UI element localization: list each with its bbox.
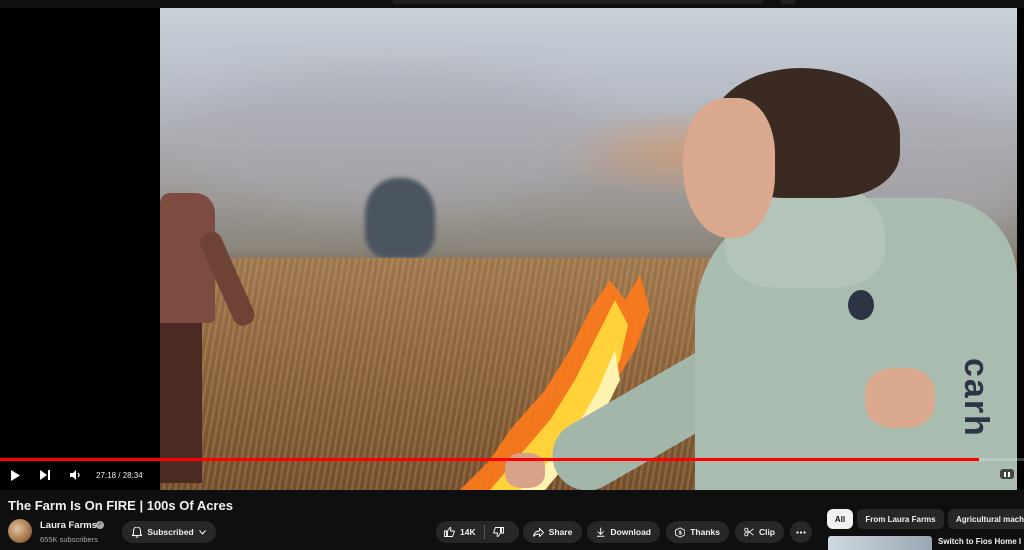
chip-agricultural[interactable]: Agricultural mach (948, 509, 1024, 529)
share-button[interactable]: Share (523, 521, 582, 543)
progress-played (0, 458, 979, 461)
download-button[interactable]: Download (587, 521, 660, 543)
subscribed-button[interactable]: Subscribed (122, 521, 216, 543)
thanks-label: Thanks (690, 527, 720, 537)
woman-in-hoodie: carh (505, 68, 1017, 490)
progress-bar[interactable] (0, 458, 1024, 461)
player-controls: 27:18 / 28:34 (0, 462, 1024, 488)
download-label: Download (610, 527, 651, 537)
masthead-strip (0, 0, 1024, 8)
autoplay-toggle[interactable] (1000, 469, 1014, 479)
like-button[interactable]: 14K (436, 521, 484, 543)
thumbs-up-icon (444, 527, 455, 537)
share-label: Share (548, 527, 573, 537)
mic-button-edge[interactable] (780, 0, 796, 4)
recommendation-title[interactable]: Switch to Fios Home I (938, 537, 1024, 546)
bell-icon (132, 526, 143, 538)
volume-button[interactable] (60, 462, 90, 488)
verified-icon: ✓ (96, 521, 104, 529)
person-left (160, 193, 258, 490)
chip-all[interactable]: All (827, 509, 853, 529)
tree (365, 178, 435, 258)
svg-text:$: $ (679, 530, 683, 536)
next-button[interactable] (30, 462, 60, 488)
like-count: 14K (460, 527, 476, 537)
video-player[interactable]: carh 27:18 / 28:34 (0, 0, 1024, 490)
dislike-button[interactable] (485, 521, 512, 543)
thumbs-down-icon (492, 527, 504, 537)
video-frame[interactable]: carh (160, 8, 1017, 490)
scissors-icon (744, 527, 754, 537)
skip-next-icon (39, 470, 50, 480)
thanks-button[interactable]: $ Thanks (666, 521, 729, 543)
share-icon (532, 527, 544, 537)
clip-label: Clip (758, 527, 775, 537)
clip-button[interactable]: Clip (735, 521, 784, 543)
time-display: 27:18 / 28:34 (96, 470, 143, 480)
video-title: The Farm Is On FIRE | 100s Of Acres (8, 498, 233, 513)
avatar[interactable] (8, 519, 32, 543)
subscribed-label: Subscribed (147, 527, 194, 537)
subscriber-count: 655K subscribers (40, 535, 98, 544)
play-button[interactable] (0, 462, 30, 488)
more-actions-button[interactable] (790, 521, 812, 543)
volume-icon (69, 470, 80, 480)
chevron-down-icon (198, 529, 206, 535)
download-icon (596, 527, 605, 537)
play-icon (11, 469, 20, 481)
chip-from-channel[interactable]: From Laura Farms (857, 509, 944, 529)
like-dislike-group: 14K (436, 521, 519, 543)
super-thanks-icon: $ (675, 526, 686, 538)
more-horizontal-icon (796, 530, 806, 534)
search-bar-edge[interactable] (392, 0, 764, 4)
recommendation-thumbnail[interactable] (828, 536, 932, 550)
carhartt-logo (848, 290, 874, 320)
channel-name[interactable]: Laura Farms (40, 520, 97, 531)
